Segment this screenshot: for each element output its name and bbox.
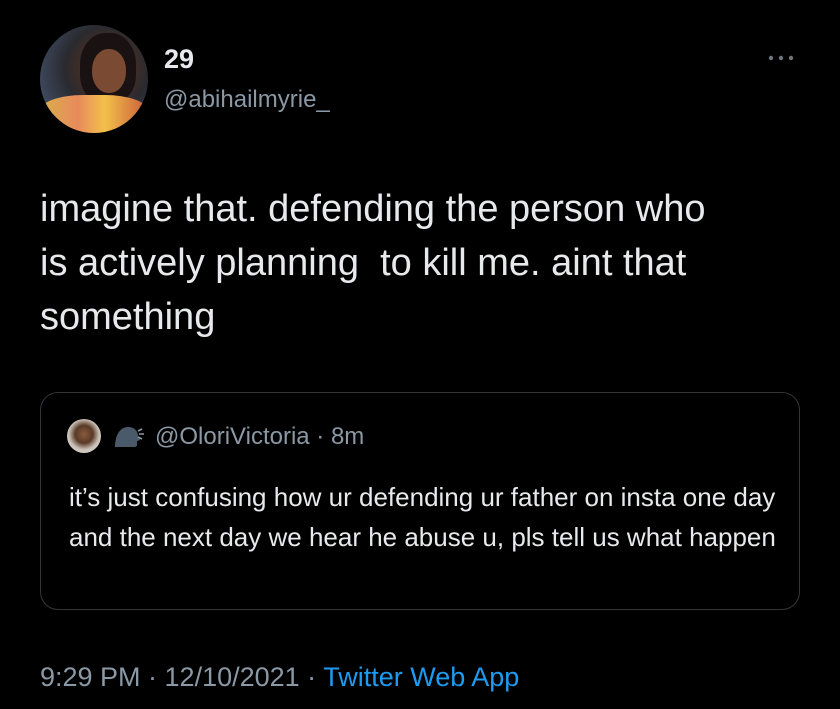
more-horizontal-icon[interactable] — [766, 48, 796, 68]
quoted-author-avatar[interactable] — [67, 419, 101, 453]
avatar-face — [92, 49, 126, 93]
author-display-name[interactable]: 29 — [164, 44, 194, 75]
tweet-meta: 9:29 PM · 12/10/2021 · Twitter Web App — [40, 662, 519, 693]
avatar-shirt — [40, 95, 148, 133]
author-handle[interactable]: @abihailmyrie_ — [164, 86, 330, 114]
tweet-timestamp[interactable]: 9:29 PM · 12/10/2021 · — [40, 662, 323, 692]
quoted-handle-time[interactable]: @OloriVictoria · 8m — [155, 423, 364, 451]
quoted-tweet-text: it’s just confusing how ur defending ur … — [69, 482, 776, 552]
speaking-head-icon — [111, 419, 145, 453]
tweet-source-link[interactable]: Twitter Web App — [323, 662, 519, 692]
author-avatar[interactable] — [40, 25, 148, 133]
tweet-text: imagine that. defending the person who i… — [40, 188, 706, 338]
tweet-container: 29 @abihailmyrie_ imagine that. defendin… — [0, 0, 840, 709]
quoted-tweet[interactable]: @OloriVictoria · 8m it’s just confusing … — [40, 392, 800, 610]
